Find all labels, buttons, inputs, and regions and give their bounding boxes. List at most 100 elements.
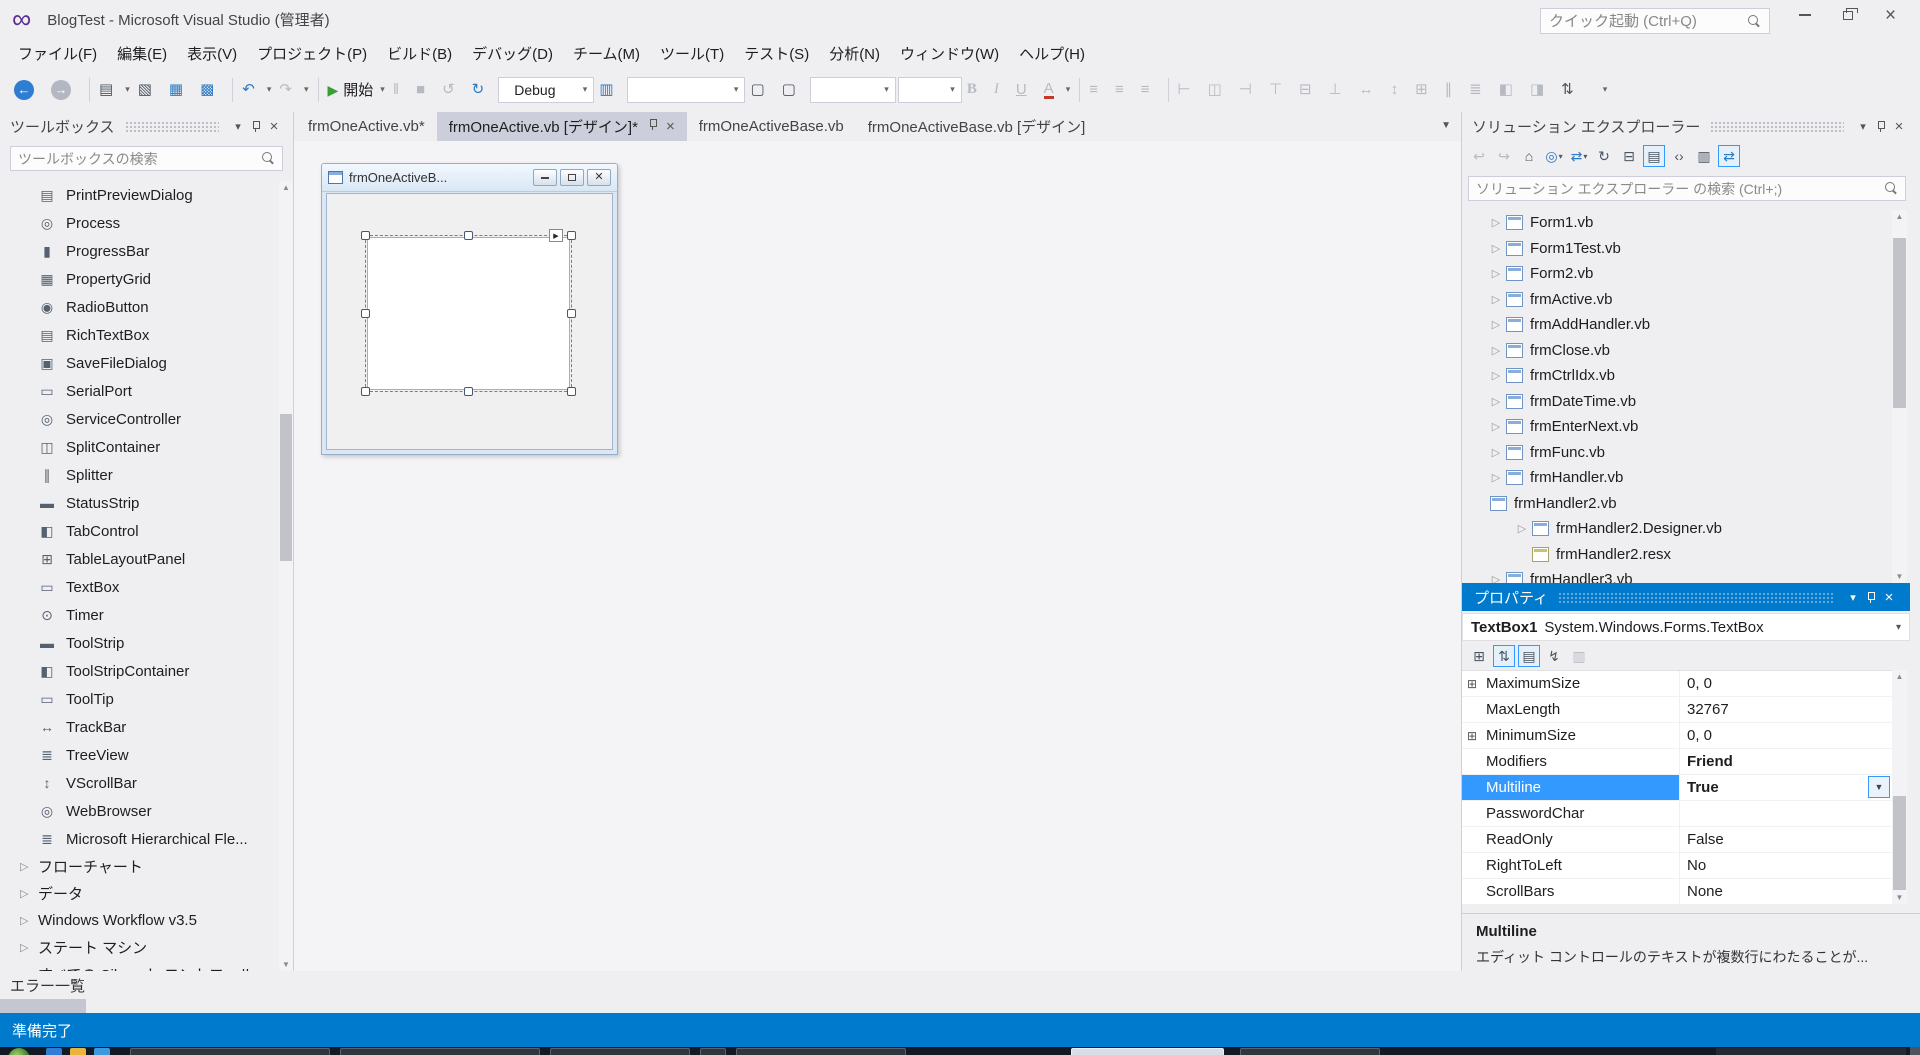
property-value-cell[interactable]: True ▼ — [1679, 775, 1892, 800]
back-button[interactable]: ↩ ▾ — [1468, 145, 1490, 167]
expander-icon[interactable]: ▷ — [1488, 242, 1504, 255]
separator[interactable]: ▾ — [89, 77, 90, 102]
property-value-cell[interactable]: ▼ — [1679, 801, 1892, 826]
solution-scrollbar[interactable]: ▲ ▼ — [1892, 210, 1907, 583]
quick-launch-input[interactable] — [1549, 12, 1748, 30]
font-name-combo[interactable]: ▾ — [809, 76, 896, 103]
toolbox-group[interactable]: ▷ フローチャート — [0, 853, 279, 880]
drag-handle[interactable] — [124, 120, 219, 132]
collapse-all-button[interactable]: ⊟ ▾ — [1618, 145, 1640, 167]
toolbox-item[interactable]: ≣ TreeView — [0, 741, 279, 769]
toolbox-item[interactable]: ▤ RichTextBox — [0, 321, 279, 349]
chevron-down-icon[interactable]: ▾ — [229, 117, 247, 135]
scope-button[interactable]: ◎ ▾ — [1543, 145, 1565, 167]
pause-button[interactable]: ‖ ▾ — [390, 75, 411, 105]
form-minimize-button[interactable] — [533, 169, 557, 186]
menu-item[interactable]: 分析(N) — [819, 39, 890, 67]
stop-button[interactable]: ■ ▾ — [413, 75, 437, 105]
expander-icon[interactable]: ▷ — [1488, 293, 1504, 306]
underline-button[interactable]: U ▾ — [1013, 75, 1039, 105]
tree-item[interactable]: ▷ frmClose.vb — [1462, 338, 1892, 364]
alphabetical-button[interactable]: ⇅ ▾ — [1493, 645, 1515, 667]
toolbox-item[interactable]: ▮ ProgressBar — [0, 237, 279, 265]
autohide-tab[interactable] — [0, 999, 86, 1013]
menu-item[interactable]: ビルド(B) — [377, 39, 462, 67]
drag-handle[interactable] — [1710, 120, 1844, 132]
row-gutter[interactable]: ⊞ — [1462, 775, 1482, 800]
expander-icon[interactable]: ▷ — [1488, 216, 1504, 229]
align-middles-button[interactable]: ⊟ ▾ — [1296, 75, 1324, 105]
resize-handle-e[interactable] — [567, 308, 576, 318]
menu-item[interactable]: プロジェクト(P) — [247, 39, 377, 67]
design-surface[interactable]: frmOneActiveB... ✕ ▶ — [294, 141, 1461, 971]
scroll-up-icon[interactable]: ▲ — [279, 183, 293, 192]
expander-icon[interactable]: ▷ — [1514, 522, 1530, 535]
scroll-down-icon[interactable]: ▼ — [1892, 572, 1907, 581]
row-gutter[interactable]: ⊞ — [1462, 801, 1482, 826]
resize-handle-sw[interactable] — [361, 387, 370, 396]
nav-back-button[interactable]: ← ▾ — [11, 75, 46, 105]
tree-item[interactable]: ▷ frmActive.vb — [1462, 287, 1892, 313]
tree-item[interactable]: ▷ frmEnterNext.vb — [1462, 414, 1892, 440]
menu-item[interactable]: テスト(S) — [734, 39, 819, 67]
separator[interactable]: ▾ — [232, 77, 234, 102]
toolbox-item[interactable]: ▣ SaveFileDialog — [0, 349, 279, 377]
toolbox-group[interactable]: ▷ データ — [0, 880, 279, 907]
save-button[interactable]: ▦ ▾ — [166, 75, 195, 105]
pin-icon[interactable] — [1872, 117, 1890, 135]
value-dropdown-button[interactable]: ▼ — [1868, 776, 1890, 798]
smart-tag-button[interactable]: ▶ — [549, 229, 563, 242]
solution-search-input[interactable] — [1476, 180, 1885, 197]
designer-form-window[interactable]: frmOneActiveB... ✕ ▶ — [321, 163, 618, 455]
toolbox-item[interactable]: ▭ ToolTip — [0, 685, 279, 713]
start-debug-button[interactable]: ▶ 開始 ▾ — [325, 75, 388, 105]
resize-handle-se[interactable] — [567, 387, 576, 396]
bring-to-front-button[interactable]: ◧ ▾ — [1496, 75, 1525, 105]
Modifiers[interactable]: ⊞ Modifiers Friend ▼ — [1462, 749, 1892, 775]
expander-icon[interactable]: ▷ — [1488, 318, 1504, 331]
tree-item[interactable]: ▷ Form1.vb — [1462, 210, 1892, 236]
toolbox-item[interactable]: ∥ Splitter — [0, 461, 279, 489]
object-selector[interactable]: TextBox1 System.Windows.Forms.TextBox ▾ — [1462, 613, 1910, 641]
taskbar-button[interactable] — [130, 1048, 330, 1055]
toolbox-group[interactable]: ▷ すべての Sil...ット コントロール — [0, 961, 279, 971]
row-gutter[interactable]: ⊞ — [1462, 697, 1482, 722]
row-gutter[interactable]: ⊞ — [1462, 749, 1482, 774]
toolbox-group[interactable]: ▷ ステート マシン — [0, 934, 279, 961]
scrollbar-thumb[interactable] — [1893, 238, 1906, 408]
menu-item[interactable]: ウィンドウ(W) — [890, 39, 1009, 67]
toolbox-item[interactable]: ⊞ TableLayoutPanel — [0, 545, 279, 573]
toolbox-item[interactable]: ▤ PrintPreviewDialog — [0, 181, 279, 209]
restore-button[interactable] — [1832, 3, 1863, 27]
tree-item[interactable]: frmHandler2.resx — [1462, 542, 1892, 568]
tree-item[interactable]: ▷ Form1Test.vb — [1462, 236, 1892, 262]
MaximumSize[interactable]: ⊞ MaximumSize 0, 0 ▼ — [1462, 671, 1892, 697]
taskbar-quicklaunch-icon[interactable] — [94, 1048, 110, 1055]
close-icon[interactable]: × — [1880, 588, 1898, 606]
toolbox-item[interactable]: ▭ SerialPort — [0, 377, 279, 405]
view-code-button[interactable]: ‹› ▾ — [1668, 145, 1690, 167]
windows-taskbar[interactable] — [0, 1047, 1920, 1055]
close-icon[interactable]: × — [666, 118, 675, 135]
properties-view-button[interactable]: ▤ ▾ — [1518, 645, 1540, 667]
property-value-cell[interactable]: No ▼ — [1679, 853, 1892, 878]
toolbox-item[interactable]: ◉ RadioButton — [0, 293, 279, 321]
categorized-button[interactable]: ⊞ ▾ — [1468, 645, 1490, 667]
undo-button[interactable]: ↶ ▾ — [239, 75, 274, 105]
tree-item[interactable]: ▷ frmCtrlIdx.vb — [1462, 363, 1892, 389]
separator[interactable]: ▾ — [317, 77, 319, 102]
align-tops-button[interactable]: ⊤ ▾ — [1266, 75, 1294, 105]
expander-icon[interactable]: ▷ — [1488, 446, 1504, 459]
toolbox-item[interactable]: ▬ StatusStrip — [0, 489, 279, 517]
same-size-button[interactable]: ⊞ ▾ — [1412, 75, 1440, 105]
close-button[interactable]: × — [1875, 3, 1906, 27]
Multiline[interactable]: ⊞ Multiline True ▼ — [1462, 775, 1892, 801]
form-maximize-button[interactable] — [560, 169, 584, 186]
document-tab[interactable]: frmOneActive.vb [デザイン]* × — [436, 112, 687, 141]
send-to-back-button[interactable]: ◨ ▾ — [1527, 75, 1556, 105]
MaxLength[interactable]: ⊞ MaxLength 32767 ▼ — [1462, 697, 1892, 723]
tree-item[interactable]: ▷ frmAddHandler.vb — [1462, 312, 1892, 338]
RightToLeft[interactable]: ⊞ RightToLeft No ▼ — [1462, 853, 1892, 879]
quick-launch-box[interactable] — [1540, 8, 1770, 34]
tree-item[interactable]: ▷ frmDateTime.vb — [1462, 389, 1892, 415]
